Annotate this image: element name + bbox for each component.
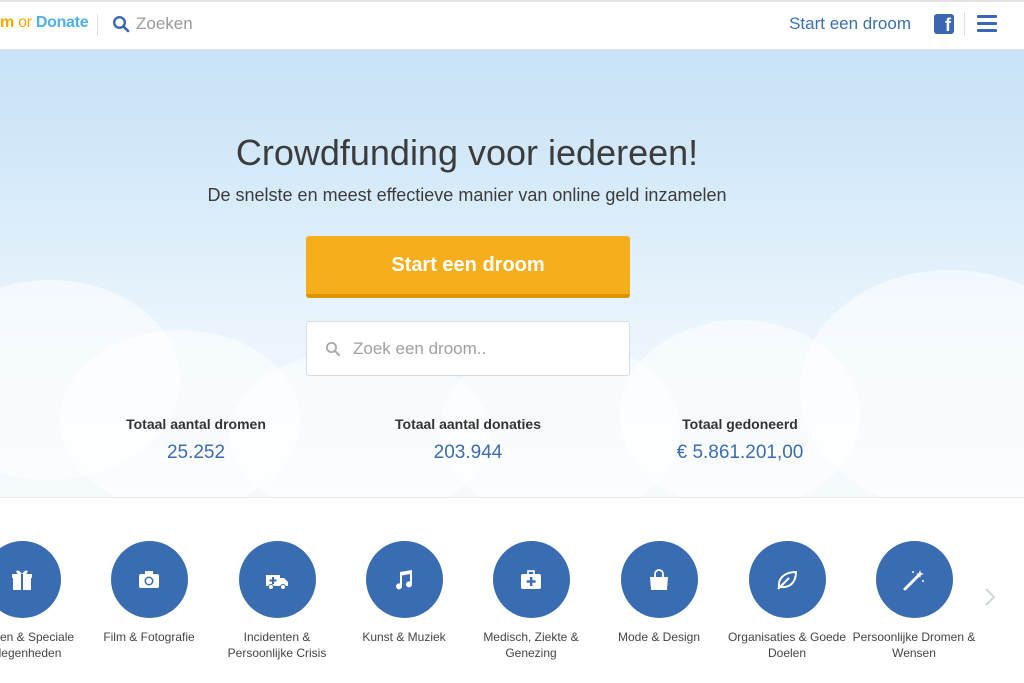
category-item-medisch[interactable]: Medisch, Ziekte & Genezing [466, 541, 596, 661]
category-item-kunst[interactable]: Kunst & Muziek [339, 541, 469, 645]
category-circle [110, 541, 188, 618]
category-carousel: Feesten & Speciale Gelegenheden Film & F… [0, 498, 1024, 683]
category-circle [748, 541, 826, 618]
category-item-persoonlijke[interactable]: Persoonlijke Dromen & Wensen [849, 541, 979, 661]
stat-value: € 5.861.201,00 [676, 442, 804, 463]
chevron-right-icon[interactable] [982, 586, 998, 608]
stat-total-donations: Totaal aantal donaties 203.944 [358, 416, 578, 464]
camera-icon [139, 570, 159, 588]
stat-value: 203.944 [433, 442, 503, 463]
header-search-input[interactable] [136, 11, 356, 37]
category-item-feesten[interactable]: Feesten & Speciale Gelegenheden [0, 541, 87, 661]
category-name: Feesten & Speciale Gelegenheden [0, 630, 75, 660]
category-name: Organisaties & Goede Doelen [727, 630, 847, 660]
dream-search-input[interactable] [353, 336, 613, 362]
search-icon[interactable] [112, 15, 130, 33]
gift-icon [12, 570, 32, 590]
category-circle [238, 541, 316, 618]
category-name: Medisch, Ziekte & Genezing [483, 630, 579, 660]
start-dream-button[interactable]: Start een droom [306, 236, 630, 298]
stat-value: 25.252 [166, 442, 226, 463]
music-note-icon [396, 569, 413, 589]
site-logo[interactable]: m or Donate [0, 14, 89, 32]
menu-divider [964, 12, 965, 36]
category-circle [0, 541, 61, 618]
start-dream-link[interactable]: Start een droom [789, 14, 911, 34]
stat-total-dreams: Totaal aantal dromen 25.252 [86, 416, 306, 464]
category-name: Mode & Design [617, 630, 701, 644]
category-item-organisaties[interactable]: Organisaties & Goede Doelen [722, 541, 852, 661]
category-name: Film & Fotografie [103, 630, 195, 644]
category-item-mode[interactable]: Mode & Design [594, 541, 724, 645]
category-name: Kunst & Muziek [362, 630, 446, 644]
category-item-film[interactable]: Film & Fotografie [84, 541, 214, 645]
hero-section: Crowdfunding voor iedereen! De snelste e… [0, 50, 1024, 498]
stat-label: Totaal aantal dromen [126, 416, 266, 432]
hero-title: Crowdfunding voor iedereen! [235, 132, 699, 173]
logo-part-3: Donate [35, 14, 89, 31]
medical-kit-icon [521, 569, 541, 589]
top-navigation-bar: m or Donate Start een droom f [0, 0, 1024, 50]
category-circle [365, 541, 443, 618]
hamburger-menu-icon[interactable] [977, 15, 997, 33]
magic-wand-icon [903, 569, 924, 590]
stat-label: Totaal gedoneerd [682, 416, 798, 432]
logo-part-2: or [13, 14, 36, 31]
category-circle [492, 541, 570, 618]
category-name: Incidenten & Persoonlijke Crisis [227, 630, 327, 660]
category-circle [620, 541, 698, 618]
category-circle [875, 541, 953, 618]
dream-search-box[interactable] [306, 321, 630, 376]
ambulance-icon [266, 574, 288, 590]
logo-part-1: m [0, 14, 14, 31]
category-item-incidenten[interactable]: Incidenten & Persoonlijke Crisis [212, 541, 342, 661]
stat-label: Totaal aantal donaties [395, 416, 541, 432]
search-icon [326, 342, 340, 356]
hero-subtitle: De snelste en meest effectieve manier va… [207, 185, 727, 205]
shopping-bag-icon [650, 568, 668, 590]
stat-total-donated: Totaal gedoneerd € 5.861.201,00 [630, 416, 850, 464]
leaf-icon [777, 570, 798, 590]
category-name: Persoonlijke Dromen & Wensen [852, 630, 976, 660]
header-divider [97, 14, 98, 36]
facebook-icon[interactable]: f [934, 14, 954, 35]
